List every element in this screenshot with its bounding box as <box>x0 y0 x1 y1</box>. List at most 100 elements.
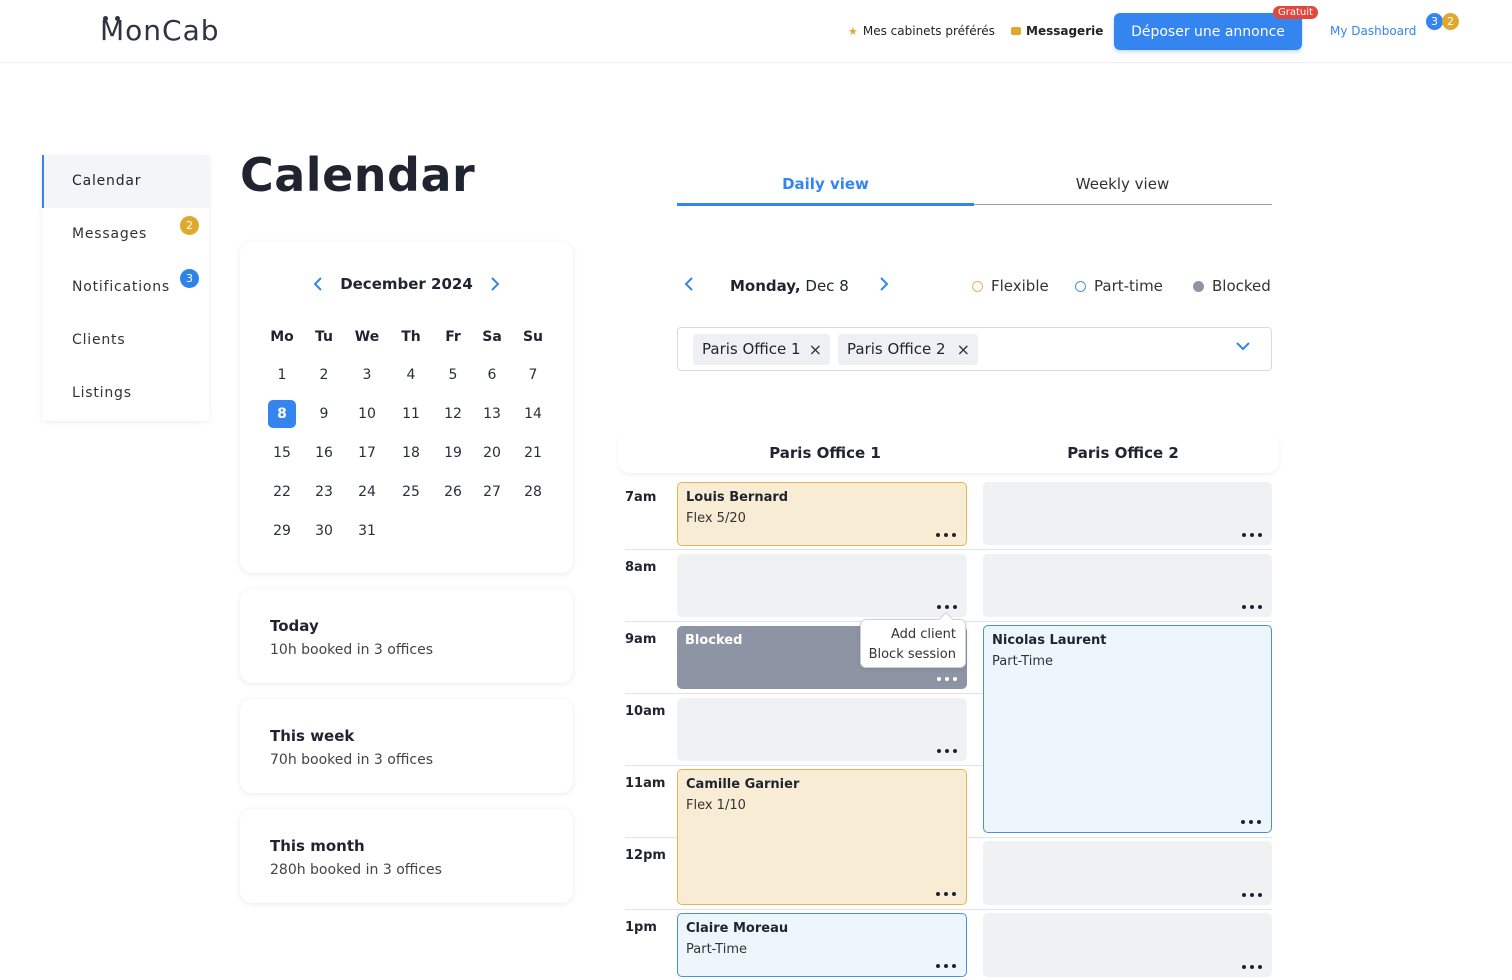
prev-day-button[interactable] <box>683 274 695 299</box>
calendar-day[interactable]: 15 <box>268 439 296 467</box>
tab-weekly-view[interactable]: Weekly view <box>974 175 1271 193</box>
booking-name: Louis Bernard <box>686 490 789 505</box>
calendar-day[interactable]: 24 <box>353 478 381 506</box>
calendar-day[interactable]: 4 <box>397 361 425 389</box>
calendar-day[interactable]: 10 <box>353 400 381 428</box>
calendar-day[interactable]: 18 <box>397 439 425 467</box>
calendar-day[interactable]: 3 <box>353 361 381 389</box>
calendar-day[interactable]: 30 <box>310 517 338 545</box>
empty-slot[interactable] <box>677 698 967 761</box>
messages-badge: 2 <box>180 216 199 235</box>
calendar-day[interactable]: 9 <box>310 400 338 428</box>
stat-text: 70h booked in 3 offices <box>270 752 433 768</box>
sidebar-item-messages[interactable]: Messages 2 <box>42 208 209 261</box>
next-day-button[interactable] <box>878 274 890 299</box>
booking-type: Flex 1/10 <box>686 798 746 813</box>
calendar-day[interactable]: 23 <box>310 478 338 506</box>
weekday-label: Fr <box>445 329 461 345</box>
next-month-button[interactable] <box>489 275 501 298</box>
calendar-day-selected[interactable]: 8 <box>268 400 296 428</box>
calendar-day[interactable]: 13 <box>478 400 506 428</box>
booking-louis-bernard[interactable]: Louis Bernard Flex 5/20 <box>677 482 967 546</box>
weekday-label: Mo <box>270 329 294 345</box>
calendar-day[interactable]: 5 <box>439 361 467 389</box>
more-icon[interactable] <box>1242 965 1262 971</box>
messaging-link[interactable]: Messagerie <box>1011 24 1103 38</box>
calendar-day[interactable]: 26 <box>439 478 467 506</box>
empty-slot[interactable] <box>983 482 1272 545</box>
office-selector[interactable]: Paris Office 1 × Paris Office 2 × <box>677 327 1272 371</box>
sidebar-item-clients[interactable]: Clients <box>42 314 209 367</box>
remove-chip-icon[interactable]: × <box>957 334 970 365</box>
calendar-day[interactable]: 6 <box>478 361 506 389</box>
tab-daily-view[interactable]: Daily view <box>677 175 974 193</box>
more-icon[interactable] <box>936 892 956 898</box>
calendar-day[interactable]: 2 <box>310 361 338 389</box>
menu-item-block-session[interactable]: Block session <box>869 647 956 662</box>
booking-camille-garnier[interactable]: Camille Garnier Flex 1/10 <box>677 769 967 905</box>
logo[interactable]: MonCab <box>100 14 220 47</box>
messaging-label: Messagerie <box>1026 24 1104 38</box>
chevron-down-icon[interactable] <box>1233 336 1253 356</box>
free-badge: Gratuit <box>1273 6 1318 19</box>
favorites-link[interactable]: ★ Mes cabinets préférés <box>848 24 995 38</box>
sidebar-item-label: Clients <box>72 332 126 348</box>
calendar-day[interactable]: 27 <box>478 478 506 506</box>
calendar-day[interactable]: 11 <box>397 400 425 428</box>
sidebar-item-label: Notifications <box>72 279 171 295</box>
booking-type: Flex 5/20 <box>686 511 746 526</box>
calendar-day[interactable]: 1 <box>268 361 296 389</box>
sidebar-item-notifications[interactable]: Notifications 3 <box>42 261 209 314</box>
sidebar-item-calendar[interactable]: Calendar <box>42 155 209 208</box>
more-icon[interactable] <box>1242 605 1262 611</box>
calendar-day[interactable]: 12 <box>439 400 467 428</box>
office-chip: Paris Office 2 × <box>838 334 978 365</box>
more-icon[interactable] <box>936 964 956 970</box>
dashboard-link[interactable]: My Dashboard <box>1330 24 1416 38</box>
weekday-label: Sa <box>482 329 502 345</box>
weekday-label: Su <box>522 329 544 345</box>
empty-slot[interactable] <box>983 554 1272 617</box>
chip-label: Paris Office 2 <box>847 340 946 358</box>
calendar-day[interactable]: 7 <box>519 361 547 389</box>
calendar-day[interactable]: 20 <box>478 439 506 467</box>
calendar-day[interactable]: 25 <box>397 478 425 506</box>
part-time-dot-icon <box>1075 280 1086 292</box>
booking-nicolas-laurent[interactable]: Nicolas Laurent Part-Time <box>983 625 1272 833</box>
sidebar: Calendar Messages 2 Notifications 3 Clie… <box>42 155 209 421</box>
more-icon[interactable] <box>936 533 956 539</box>
post-listing-button[interactable]: Déposer une annonce <box>1114 13 1302 50</box>
empty-slot[interactable] <box>983 913 1272 977</box>
calendar-day[interactable]: 17 <box>353 439 381 467</box>
more-icon[interactable] <box>1242 533 1262 539</box>
more-icon[interactable] <box>1241 820 1261 826</box>
star-icon: ★ <box>848 24 858 38</box>
calendar-day[interactable]: 31 <box>353 517 381 545</box>
more-icon[interactable] <box>937 749 957 755</box>
tab-active-indicator <box>677 203 974 206</box>
sidebar-item-listings[interactable]: Listings <box>42 367 209 420</box>
hour-label: 1pm <box>625 920 657 935</box>
calendar-day[interactable]: 21 <box>519 439 547 467</box>
calendar-day[interactable]: 28 <box>519 478 547 506</box>
column-header-office-2: Paris Office 2 <box>1067 444 1179 462</box>
empty-slot[interactable] <box>677 554 967 617</box>
calendar-day[interactable]: 14 <box>519 400 547 428</box>
calendar-day[interactable]: 29 <box>268 517 296 545</box>
remove-chip-icon[interactable]: × <box>809 334 822 365</box>
stat-text: 280h booked in 3 offices <box>270 862 442 878</box>
more-icon[interactable] <box>937 677 957 683</box>
chevron-right-icon <box>491 277 500 291</box>
menu-item-add-client[interactable]: Add client <box>891 627 956 642</box>
more-icon[interactable] <box>1242 893 1262 899</box>
empty-slot[interactable] <box>983 841 1272 905</box>
chat-icon <box>1011 27 1021 35</box>
calendar-day[interactable]: 16 <box>310 439 338 467</box>
booking-claire-moreau[interactable]: Claire Moreau Part-Time <box>677 913 967 977</box>
stat-card-month: This month 280h booked in 3 offices <box>240 809 573 903</box>
slot-menu: Add client Block session <box>860 611 966 668</box>
calendar-day[interactable]: 19 <box>439 439 467 467</box>
booking-name: Claire Moreau <box>686 921 789 936</box>
calendar-day[interactable]: 22 <box>268 478 296 506</box>
more-icon[interactable] <box>937 605 957 611</box>
